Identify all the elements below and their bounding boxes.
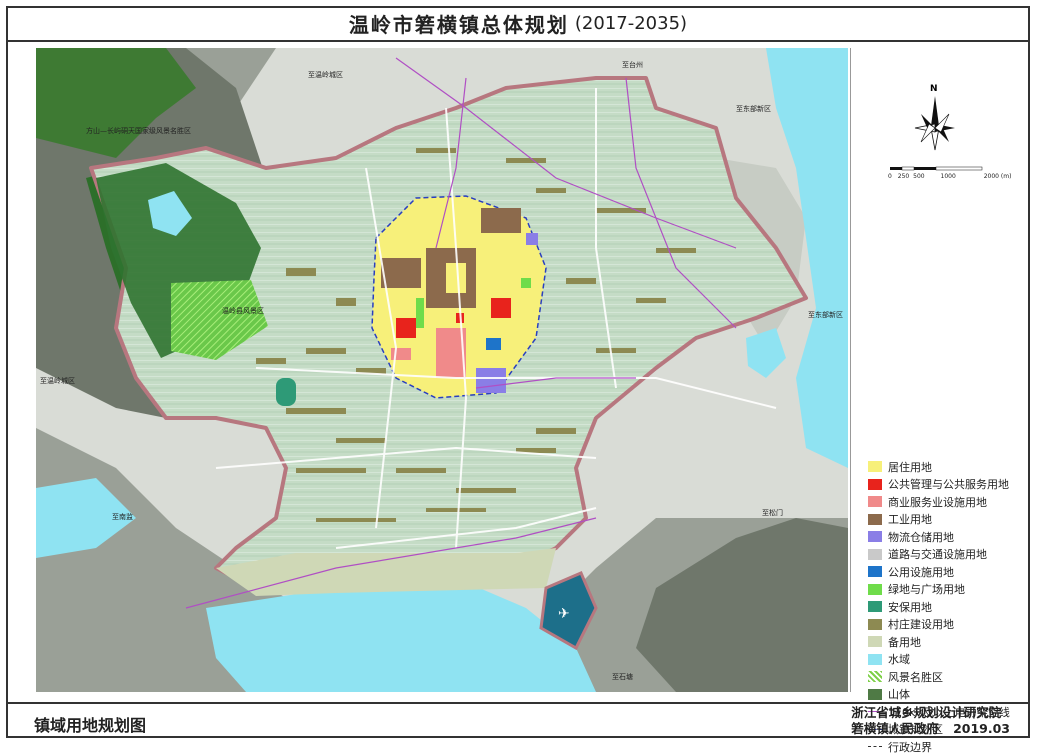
legend-item: 物流仓储用地 xyxy=(868,528,1010,546)
legend-item: 山体 xyxy=(868,686,1010,704)
legend-swatch xyxy=(868,566,882,578)
map-canvas: ✈ 至温岭城区 至台州 至东部新区 至东部新区 至温岭城区 至松门 至石塘 至南… xyxy=(36,48,848,692)
legend-swatch xyxy=(868,461,882,473)
legend-swatch xyxy=(868,513,882,525)
map-name: 镇域用地规划图 xyxy=(34,716,147,735)
legend-label: 公共管理与公共服务用地 xyxy=(888,478,1009,492)
credits: 浙江省城乡规划设计研究院 箬横镇人民政府 2019.03 xyxy=(851,705,1010,737)
label-scenic-wenling: 温岭县风景区 xyxy=(222,307,264,315)
legend-label: 居住用地 xyxy=(888,460,932,474)
legend-item: 公用设施用地 xyxy=(868,563,1010,581)
legend-swatch xyxy=(868,688,882,700)
legend-label: 物流仓储用地 xyxy=(888,530,954,544)
legend-label: 道路与交通设施用地 xyxy=(888,548,987,562)
legend-swatch xyxy=(868,653,882,665)
legend-item: 备用地 xyxy=(868,633,1010,651)
legend-item: 公共管理与公共服务用地 xyxy=(868,476,1010,494)
legend-swatch xyxy=(868,618,882,630)
legend-item: 风景名胜区 xyxy=(868,668,1010,686)
scale-tick-250: 250 xyxy=(897,173,910,180)
legend-swatch xyxy=(868,531,882,543)
label-to-songmen: 至松门 xyxy=(762,509,783,517)
page-title: 温岭市箬横镇总体规划 xyxy=(348,12,569,37)
government-line: 箬横镇人民政府 2019.03 xyxy=(851,721,1010,737)
legend-swatch xyxy=(868,636,882,648)
label-scenic-fangshan: 方山—长屿硐天国家级风景名胜区 xyxy=(86,127,191,135)
north-label: N xyxy=(930,84,938,94)
scale-unit: (m) xyxy=(1000,173,1012,180)
plan-date: 2019.03 xyxy=(953,721,1010,736)
legend-label: 商业服务业设施用地 xyxy=(888,495,987,509)
scale-bar-graphic xyxy=(890,166,983,171)
label-to-nanjian: 至南监 xyxy=(112,513,133,521)
legend-item: 商业服务业设施用地 xyxy=(868,493,1010,511)
scale-tick-500: 500 xyxy=(913,173,925,180)
legend-label: 安保用地 xyxy=(888,600,932,614)
north-arrow-icon xyxy=(914,96,955,151)
label-to-wenling-west: 至温岭城区 xyxy=(40,377,75,385)
government-name: 箬横镇人民政府 xyxy=(851,721,939,736)
legend-swatch xyxy=(868,583,882,595)
safety-land xyxy=(276,378,296,406)
legend-label: 工业用地 xyxy=(888,513,932,527)
scale-tick-0: 0 xyxy=(888,173,892,180)
scale-tick-2000: 2000 xyxy=(983,173,999,180)
footer: 镇域用地规划图 浙江省城乡规划设计研究院 箬横镇人民政府 2019.03 xyxy=(6,702,1030,738)
institute-name: 浙江省城乡规划设计研究院 xyxy=(851,705,1002,720)
scale-tick-1000: 1000 xyxy=(940,173,956,180)
land-use-map-svg: ✈ xyxy=(36,48,848,692)
legend-item: 居住用地 xyxy=(868,458,1010,476)
label-to-shitang: 至石塘 xyxy=(612,673,633,681)
label-to-taizhou: 至台州 xyxy=(622,61,643,69)
legend-swatch xyxy=(868,601,882,613)
legend-swatch xyxy=(868,478,882,490)
label-to-dongbu-1: 至东部新区 xyxy=(736,105,771,113)
svg-text:✈: ✈ xyxy=(558,606,570,622)
legend-label: 水域 xyxy=(888,653,910,667)
legend-item: 道路与交通设施用地 xyxy=(868,546,1010,564)
legend-label: 绿地与广场用地 xyxy=(888,583,965,597)
legend-item: 工业用地 xyxy=(868,511,1010,529)
legend-item: 安保用地 xyxy=(868,598,1010,616)
legend-swatch xyxy=(868,548,882,560)
legend-label: 行政边界 xyxy=(888,740,932,754)
legend-label: 山体 xyxy=(888,688,910,702)
legend-item: 村庄建设用地 xyxy=(868,616,1010,634)
legend-swatch xyxy=(868,741,882,752)
legend-label: 村庄建设用地 xyxy=(888,618,954,632)
legend-swatch xyxy=(868,496,882,508)
title-years: (2017-2035) xyxy=(574,12,688,34)
legend-item: 水域 xyxy=(868,651,1010,669)
legend-swatch xyxy=(868,671,882,683)
legend-label: 风景名胜区 xyxy=(888,670,943,684)
legend-item: 行政边界 xyxy=(868,738,1010,756)
label-to-wenling-north: 至温岭城区 xyxy=(308,71,343,79)
title-bar: 温岭市箬横镇总体规划 (2017-2035) xyxy=(6,6,1030,42)
legend-label: 公用设施用地 xyxy=(888,565,954,579)
legend-item: 绿地与广场用地 xyxy=(868,581,1010,599)
label-to-dongbu-2: 至东部新区 xyxy=(808,311,843,319)
legend-label: 备用地 xyxy=(888,635,921,649)
